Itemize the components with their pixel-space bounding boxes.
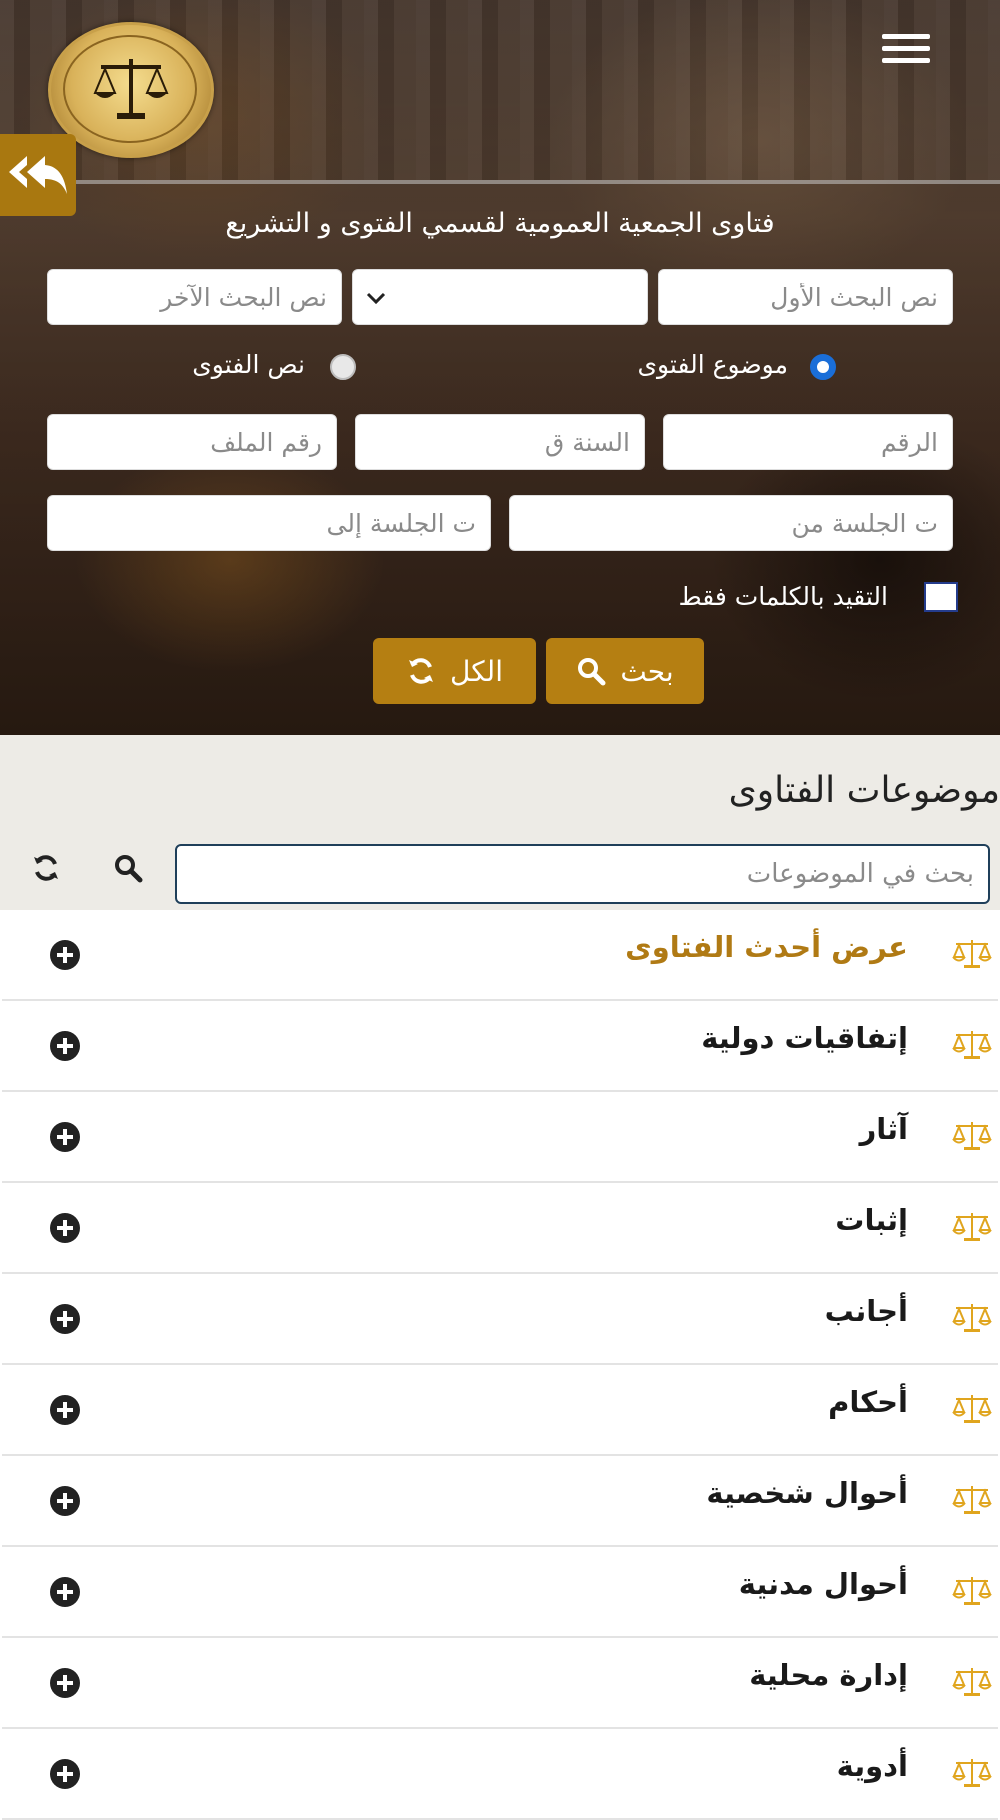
- search-operator-select[interactable]: [352, 269, 648, 325]
- scales-icon: [952, 940, 992, 968]
- scales-icon: [952, 1577, 992, 1605]
- topic-row[interactable]: عرض أحدث الفتاوى: [2, 910, 998, 1001]
- other-search-text-input[interactable]: [47, 269, 342, 325]
- search-icon: [115, 855, 143, 883]
- topics-list: عرض أحدث الفتاوى إتفاقيات دولية آثار إثبات أ…: [2, 910, 998, 1820]
- scales-icon: [952, 1029, 992, 1065]
- expand-plus-icon[interactable]: [50, 1304, 80, 1334]
- topic-row[interactable]: أحوال مدنية: [2, 1547, 998, 1638]
- topics-title: موضوعات الفتاوى: [728, 770, 1000, 811]
- refresh-icon: [409, 658, 434, 684]
- reply-all-icon: [9, 156, 67, 194]
- exact-words-label: التقيد بالكلمات فقط: [678, 582, 888, 611]
- topic-row[interactable]: إدارة محلية: [2, 1638, 998, 1729]
- expand-plus-icon[interactable]: [50, 940, 80, 970]
- file-number-input[interactable]: [47, 414, 337, 470]
- radio-subject-label: موضوع الفتوى: [637, 350, 788, 379]
- topic-row[interactable]: أجانب: [2, 1274, 998, 1365]
- topic-row[interactable]: أحوال شخصية: [2, 1456, 998, 1547]
- topics-search-button[interactable]: [108, 848, 148, 888]
- header-divider: [0, 180, 1000, 184]
- session-date-from-input[interactable]: [509, 495, 953, 551]
- scales-icon: [952, 1393, 992, 1429]
- scales-icon: [952, 1302, 992, 1338]
- topic-label: عرض أحدث الفتاوى: [625, 930, 908, 964]
- scales-icon: [952, 1575, 992, 1611]
- year-input[interactable]: [355, 414, 645, 470]
- menu-line: [882, 34, 930, 39]
- scales-of-justice-icon: [93, 59, 169, 119]
- topic-row[interactable]: إثبات: [2, 1183, 998, 1274]
- search-scope-radios: موضوع الفتوى نص الفتوى: [0, 350, 1000, 386]
- scales-icon: [952, 938, 992, 974]
- show-all-button-label: الكل: [450, 654, 503, 688]
- topic-label: أحكام: [828, 1385, 908, 1419]
- topic-row[interactable]: آثار: [2, 1092, 998, 1183]
- topic-label: أحوال شخصية: [706, 1476, 908, 1510]
- expand-plus-icon[interactable]: [50, 1031, 80, 1061]
- search-button-label: بحث: [620, 654, 674, 688]
- scales-icon: [952, 1122, 992, 1150]
- session-date-to-input[interactable]: [47, 495, 491, 551]
- menu-line: [882, 58, 930, 63]
- topic-label: آثار: [859, 1112, 908, 1146]
- scales-icon: [952, 1757, 992, 1793]
- chevron-down-icon: [366, 292, 386, 305]
- radio-text[interactable]: [330, 354, 356, 380]
- scales-icon: [952, 1395, 992, 1423]
- scales-icon: [952, 1304, 992, 1332]
- search-button[interactable]: بحث: [546, 638, 704, 704]
- radio-text-label: نص الفتوى: [192, 350, 305, 379]
- topics-search-input[interactable]: [175, 844, 990, 904]
- expand-plus-icon[interactable]: [50, 1395, 80, 1425]
- hamburger-menu-icon[interactable]: [882, 34, 930, 74]
- topic-row[interactable]: إتفاقيات دولية: [2, 1001, 998, 1092]
- scales-icon: [952, 1211, 992, 1247]
- scales-icon: [952, 1666, 992, 1702]
- exact-words-checkbox[interactable]: [924, 582, 958, 612]
- expand-plus-icon[interactable]: [50, 1577, 80, 1607]
- expand-plus-icon[interactable]: [50, 1486, 80, 1516]
- expand-plus-icon[interactable]: [50, 1213, 80, 1243]
- scales-icon: [952, 1759, 992, 1787]
- topic-label: إثبات: [835, 1203, 908, 1237]
- scales-icon: [952, 1213, 992, 1241]
- number-input[interactable]: [663, 414, 953, 470]
- expand-plus-icon[interactable]: [50, 1759, 80, 1789]
- back-button[interactable]: [0, 134, 76, 216]
- radio-subject[interactable]: [810, 354, 836, 380]
- scales-icon: [952, 1668, 992, 1696]
- search-icon: [578, 658, 606, 686]
- menu-line: [882, 46, 930, 51]
- topic-label: أحوال مدنية: [738, 1567, 908, 1601]
- refresh-icon: [34, 855, 58, 881]
- topic-row[interactable]: أحكام: [2, 1365, 998, 1456]
- scales-icon: [952, 1486, 992, 1514]
- scales-icon: [952, 1031, 992, 1059]
- topics-refresh-button[interactable]: [26, 848, 66, 888]
- expand-plus-icon[interactable]: [50, 1122, 80, 1152]
- first-search-text-input[interactable]: [658, 269, 953, 325]
- expand-plus-icon[interactable]: [50, 1668, 80, 1698]
- topic-label: إتفاقيات دولية: [701, 1021, 908, 1055]
- show-all-button[interactable]: الكل: [373, 638, 536, 704]
- scales-icon: [952, 1484, 992, 1520]
- topic-label: إدارة محلية: [749, 1658, 908, 1692]
- scales-icon: [952, 1120, 992, 1156]
- topic-label: أجانب: [824, 1294, 908, 1328]
- page-title: فتاوى الجمعية العمومية لقسمي الفتوى و ال…: [225, 208, 775, 239]
- topic-row[interactable]: أدوية: [2, 1729, 998, 1820]
